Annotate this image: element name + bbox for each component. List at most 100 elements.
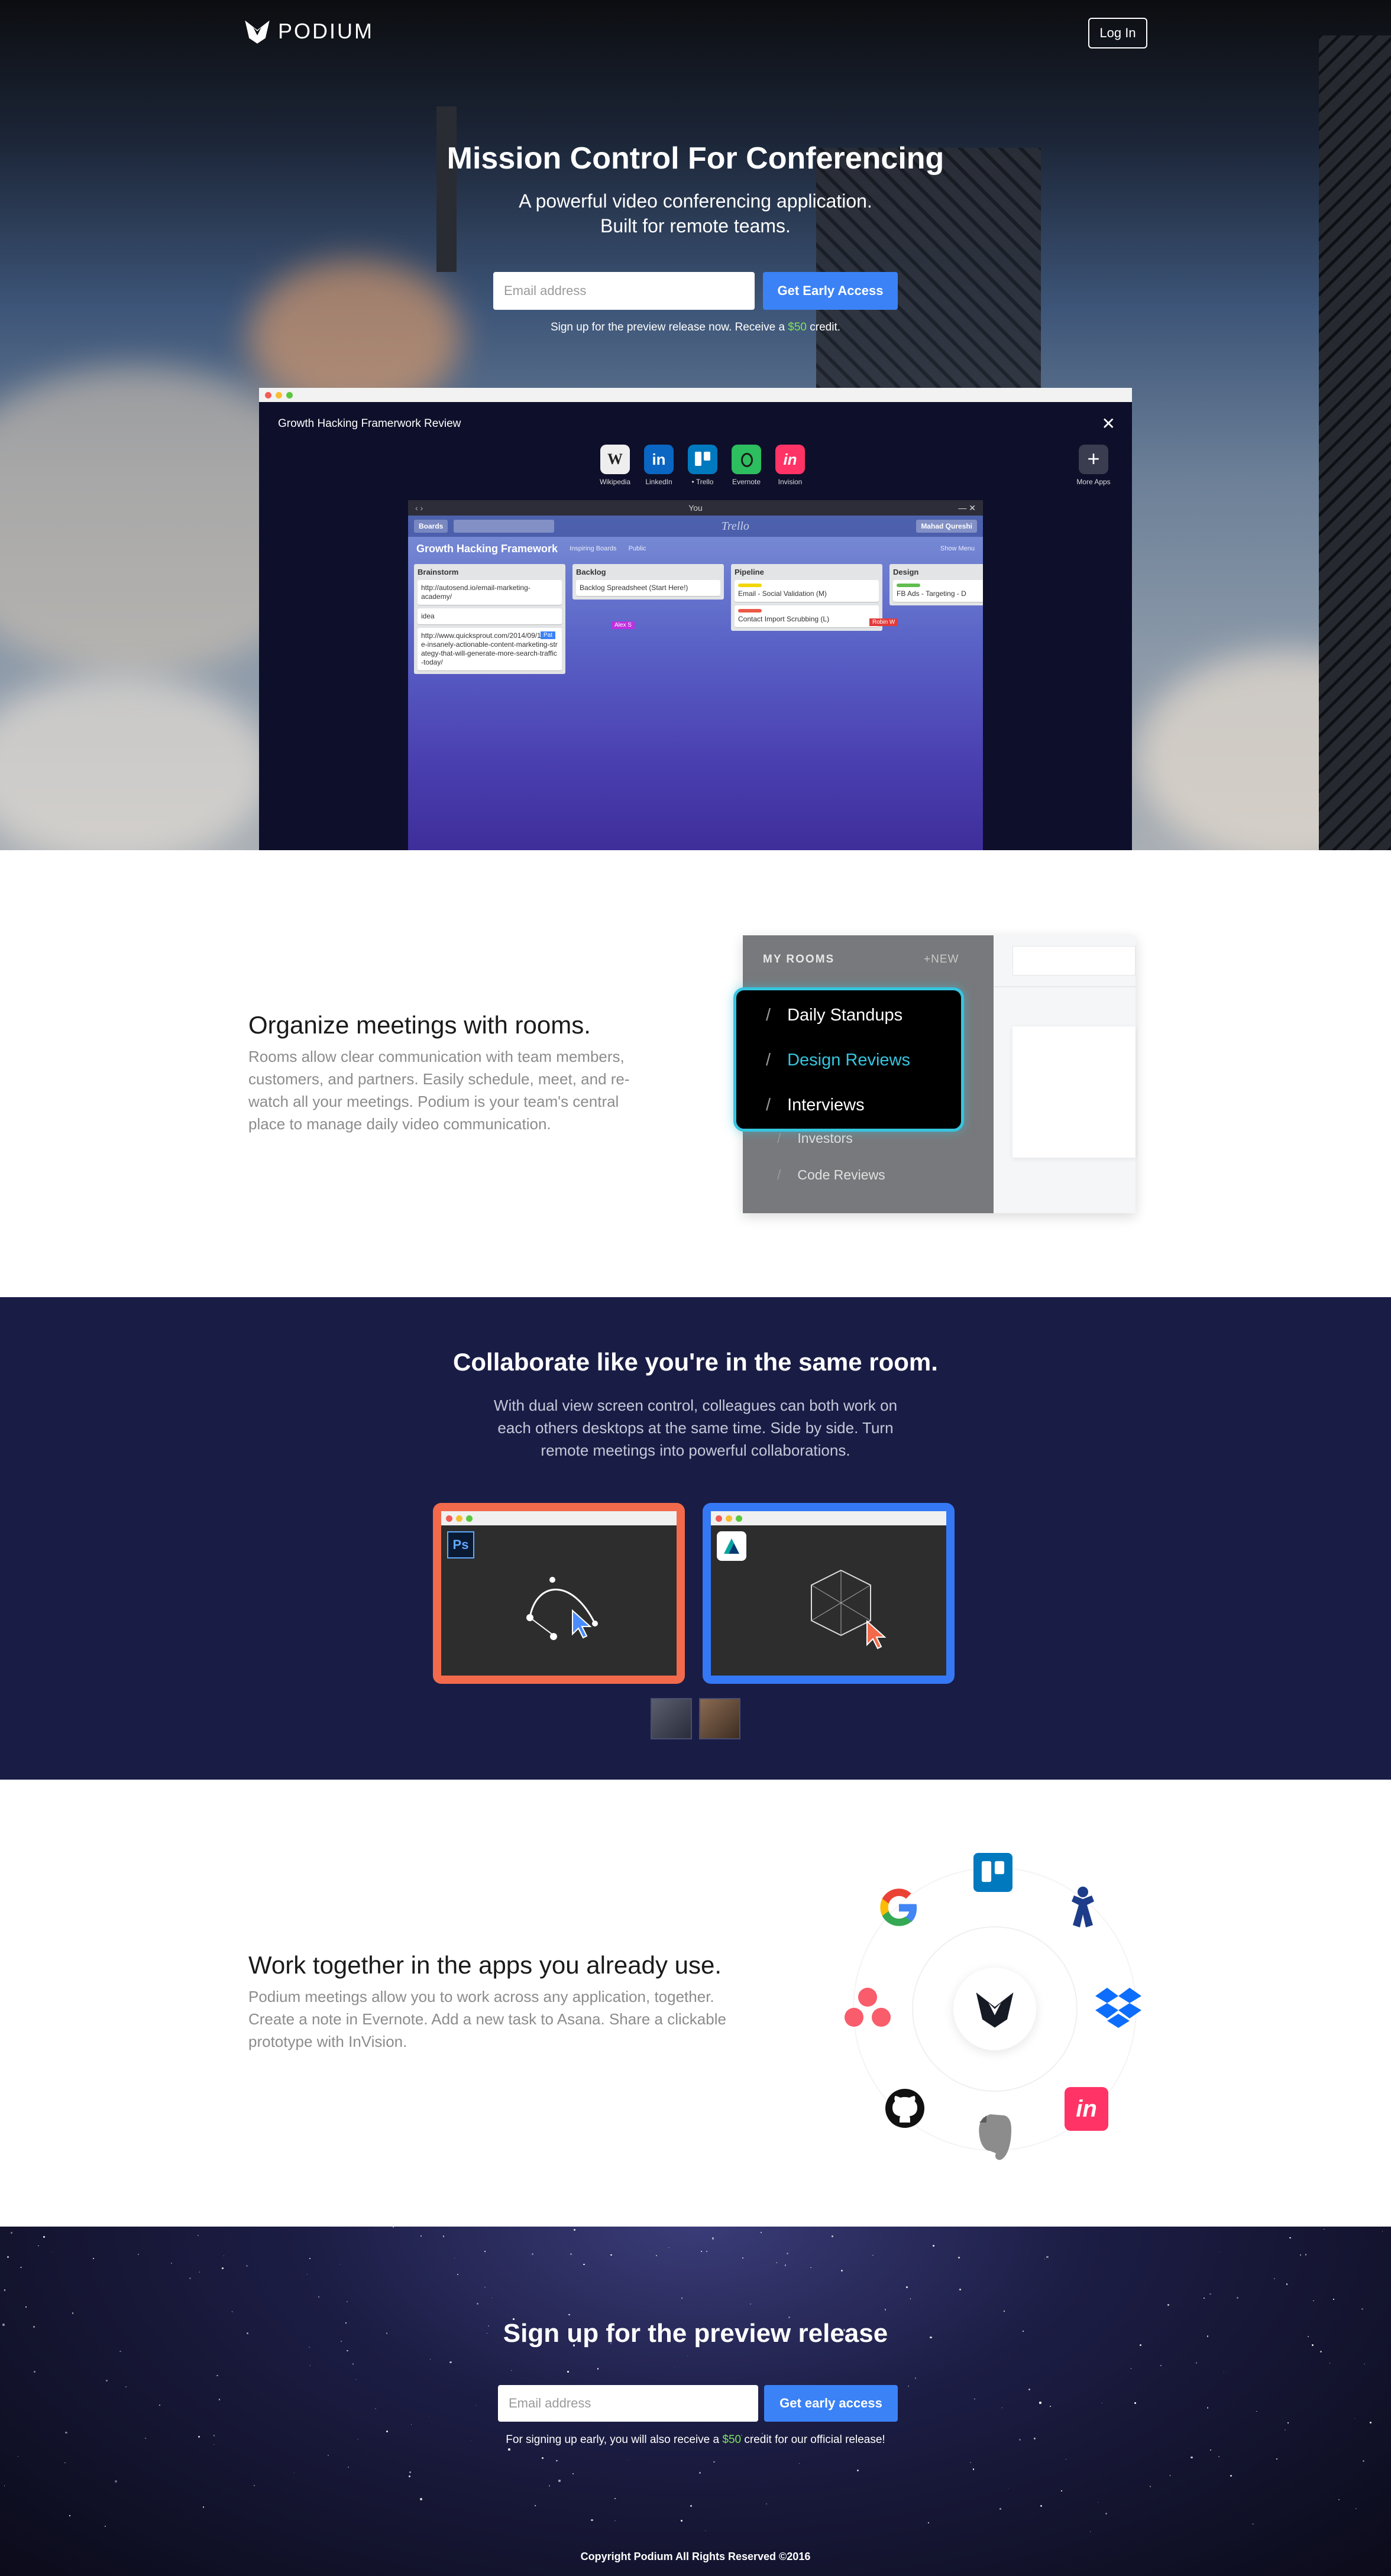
star — [1207, 2407, 1209, 2409]
list-card[interactable]: http://autosend.io/email-marketing-acade… — [418, 580, 562, 605]
asana-icon[interactable] — [842, 1984, 893, 2031]
google-icon[interactable] — [876, 1885, 921, 1930]
evernote-icon — [732, 445, 761, 474]
star — [698, 2472, 701, 2474]
room-item-interviews[interactable]: / Interviews — [766, 1096, 865, 1115]
app-trello[interactable]: • Trello — [686, 445, 719, 486]
apps-body: Podium meetings allow you to work across… — [248, 1988, 726, 2050]
app-label: Evernote — [732, 478, 761, 486]
star — [1274, 2278, 1276, 2280]
room-preview-card[interactable] — [1012, 1026, 1136, 1158]
invision-icon[interactable]: in — [1065, 2087, 1108, 2131]
minimize-dot[interactable] — [276, 391, 282, 398]
star — [687, 2355, 688, 2357]
star — [352, 2363, 354, 2365]
star — [910, 2298, 911, 2299]
app-label: • Trello — [691, 478, 714, 486]
login-button[interactable]: Log In — [1088, 18, 1147, 48]
get-early-access-button-footer[interactable]: Get early access — [764, 2385, 898, 2422]
boards-button[interactable]: Boards — [414, 520, 448, 533]
star — [1285, 2429, 1286, 2431]
list-card[interactable]: FB Ads - Targeting - D — [893, 580, 983, 602]
room-label: Design Reviews — [787, 1051, 910, 1070]
more-apps-label: More Apps — [1076, 478, 1111, 486]
room-item-daily-standups[interactable]: / Daily Standups — [766, 1006, 902, 1025]
board-tag-inspiring[interactable]: Inspiring Boards — [570, 545, 617, 552]
trello-icon[interactable] — [973, 1853, 1012, 1892]
close-icon[interactable]: ✕ — [1102, 414, 1115, 433]
list-card[interactable]: idea — [418, 608, 562, 624]
star — [1230, 2474, 1233, 2477]
star — [484, 2251, 486, 2253]
board-header: Growth Hacking Framework Inspiring Board… — [408, 537, 983, 560]
podium-logo[interactable]: PODIUM — [244, 18, 374, 45]
star — [788, 2316, 790, 2318]
apps-section: Work together in the apps you already us… — [0, 1780, 1391, 2227]
star — [548, 2485, 551, 2487]
star — [532, 2253, 533, 2255]
app-launcher: W Wikipedia in LinkedIn • Trello Evernot… — [599, 445, 807, 486]
new-room-button[interactable]: +NEW — [924, 953, 959, 966]
more-apps[interactable]: + More Apps — [1073, 445, 1114, 486]
room-item-design-reviews-active[interactable]: / Design Reviews — [766, 1051, 910, 1070]
star — [159, 2405, 161, 2406]
star — [567, 2371, 569, 2373]
collab-title: Collaborate like you're in the same room… — [453, 1348, 938, 1376]
screen-inner: Ps — [441, 1511, 677, 1676]
autodesk-icon — [717, 1531, 746, 1561]
app-wikipedia[interactable]: W Wikipedia — [599, 445, 632, 486]
app-evernote[interactable]: Evernote — [730, 445, 763, 486]
star — [1046, 2256, 1049, 2259]
back-forward-icon[interactable]: ‹ › — [415, 503, 423, 513]
star — [1370, 2422, 1371, 2423]
star — [704, 2530, 706, 2532]
trello-search-input[interactable] — [454, 520, 555, 533]
star — [668, 2247, 669, 2248]
star — [1195, 2362, 1197, 2364]
list-card[interactable]: Email - Social Validation (M) — [735, 580, 879, 602]
star — [583, 2263, 585, 2265]
app-linkedin[interactable]: in LinkedIn — [642, 445, 675, 486]
star — [1362, 2460, 1364, 2462]
maximize-dot[interactable] — [286, 391, 293, 398]
app-invision[interactable]: in Invision — [774, 445, 807, 486]
star — [64, 2462, 66, 2464]
board-name[interactable]: Growth Hacking Framework — [416, 543, 558, 555]
close-dot[interactable] — [265, 391, 271, 398]
star — [420, 2498, 422, 2500]
dropbox-icon[interactable] — [1093, 1984, 1144, 2031]
jira-icon[interactable] — [1062, 1884, 1104, 1931]
star — [556, 2460, 558, 2462]
star — [197, 2234, 199, 2237]
show-menu-link[interactable]: Show Menu — [940, 545, 975, 552]
star — [681, 2520, 683, 2522]
list-card[interactable]: Contact Import Scrubbing (L) — [735, 605, 879, 627]
github-icon[interactable] — [884, 2087, 926, 2130]
room-item-code-reviews[interactable]: / Code Reviews — [777, 1167, 885, 1183]
star — [457, 2273, 459, 2276]
room-item-investors[interactable]: / Investors — [777, 1130, 853, 1146]
window-titlebar — [259, 388, 1132, 402]
copyright-footer: Copyright Podium All Rights Reserved ©20… — [580, 2551, 811, 2562]
star — [1149, 2486, 1151, 2487]
star — [420, 2235, 422, 2237]
evernote-icon[interactable] — [972, 2112, 1017, 2163]
logo-text: PODIUM — [278, 19, 374, 43]
star — [1203, 2297, 1205, 2299]
rooms-header: MY ROOMS — [763, 953, 835, 965]
star — [914, 2377, 917, 2379]
list-card[interactable]: Backlog Spreadsheet (Start Here!) — [576, 580, 720, 596]
board-tag-public[interactable]: Public — [629, 545, 646, 552]
participant-avatar-1[interactable] — [651, 1698, 692, 1739]
signup-email-input[interactable] — [498, 2385, 758, 2422]
star — [558, 2480, 561, 2482]
star — [1252, 2523, 1254, 2525]
hero-email-input[interactable] — [493, 272, 755, 310]
room-search-field[interactable] — [1012, 946, 1136, 976]
window-controls-icon[interactable]: — ✕ — [958, 503, 976, 513]
participant-avatar-2[interactable] — [699, 1698, 740, 1739]
rooms-title: Organize meetings with rooms. — [248, 1011, 591, 1039]
trello-user[interactable]: Mahad Qureshi — [916, 520, 977, 533]
get-early-access-button[interactable]: Get Early Access — [763, 272, 898, 310]
signup-title: Sign up for the preview release — [503, 2319, 888, 2348]
